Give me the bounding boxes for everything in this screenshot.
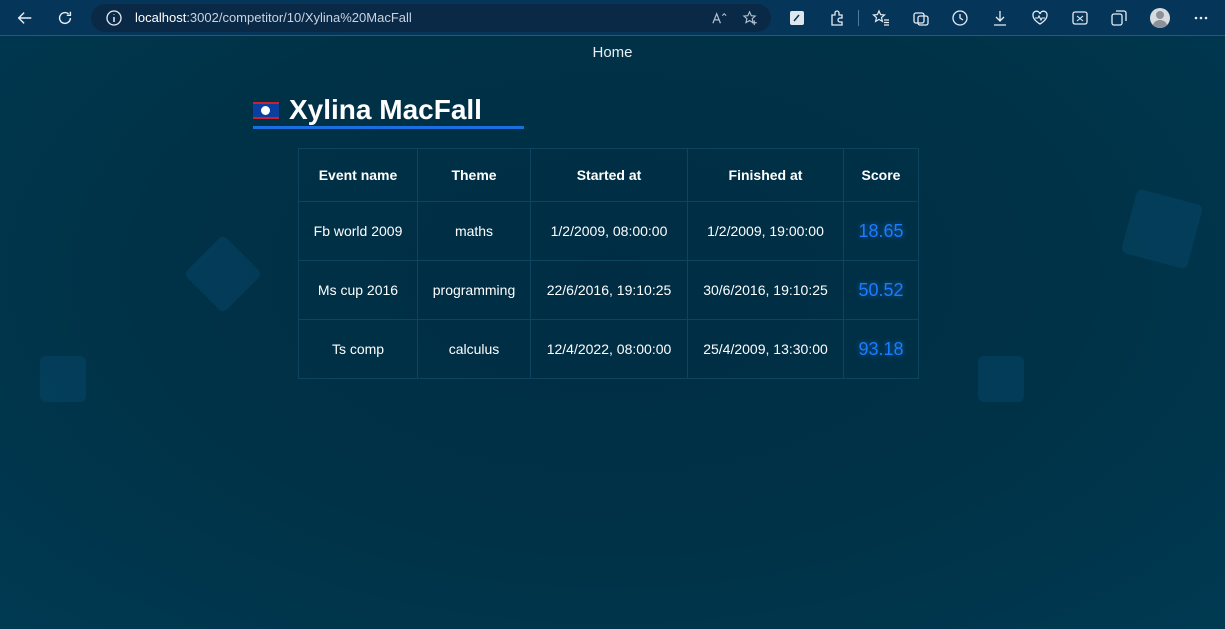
cell-event-name: Ms cup 2016 [298, 260, 418, 320]
cell-finished-at: 1/2/2009, 19:00:00 [687, 201, 844, 261]
cell-finished-at: 25/4/2009, 13:30:00 [687, 319, 844, 379]
web-capture-icon[interactable] [1070, 8, 1090, 28]
downloads-icon[interactable] [990, 8, 1010, 28]
favorites-icon[interactable] [871, 8, 891, 28]
extension-icon[interactable] [787, 8, 807, 28]
title-underline [253, 126, 524, 129]
url-path: :3002/competitor/10/Xylina%20MacFall [186, 10, 412, 25]
cell-theme: programming [417, 260, 531, 320]
table-row: Ms cup 2016 programming 22/6/2016, 19:10… [298, 260, 919, 320]
more-options-icon[interactable] [1191, 8, 1211, 28]
cell-started-at: 22/6/2016, 19:10:25 [530, 260, 688, 320]
background-decoration [978, 356, 1024, 402]
address-bar[interactable]: localhost:3002/competitor/10/Xylina%20Ma… [91, 4, 771, 32]
cell-theme: maths [417, 201, 531, 261]
cell-score: 50.52 [843, 260, 919, 320]
home-link[interactable]: Home [0, 44, 1225, 61]
split-screen-icon[interactable] [1109, 8, 1129, 28]
header-score: Score [843, 148, 919, 202]
cell-finished-at: 30/6/2016, 19:10:25 [687, 260, 844, 320]
cell-event-name: Fb world 2009 [298, 201, 418, 261]
cell-theme: calculus [417, 319, 531, 379]
page-content: Home Xylina MacFall Event name Theme Sta… [0, 36, 1225, 629]
back-icon[interactable] [13, 6, 37, 30]
header-theme: Theme [417, 148, 531, 202]
table-row: Fb world 2009 maths 1/2/2009, 08:00:00 1… [298, 201, 919, 261]
cell-started-at: 12/4/2022, 08:00:00 [530, 319, 688, 379]
background-decoration [40, 356, 86, 402]
toolbar-separator [858, 10, 859, 26]
table-row: Ts comp calculus 12/4/2022, 08:00:00 25/… [298, 319, 919, 379]
belize-flag-icon [253, 101, 279, 119]
history-icon[interactable] [950, 8, 970, 28]
background-decoration [183, 234, 263, 314]
info-icon[interactable] [105, 9, 123, 27]
refresh-icon[interactable] [53, 6, 77, 30]
health-icon[interactable] [1030, 8, 1050, 28]
extensions-puzzle-icon[interactable] [827, 8, 847, 28]
cell-score: 93.18 [843, 319, 919, 379]
url-host: localhost [135, 10, 187, 25]
cell-event-name: Ts comp [298, 319, 418, 379]
header-started-at: Started at [530, 148, 688, 202]
results-table: Event name Theme Started at Finished at … [298, 148, 919, 379]
profile-heading: Xylina MacFall [253, 92, 482, 128]
profile-avatar-icon[interactable] [1150, 8, 1170, 28]
add-favorite-icon[interactable] [741, 9, 759, 27]
header-event-name: Event name [298, 148, 418, 202]
read-aloud-icon[interactable] [710, 9, 728, 27]
url-text[interactable]: localhost:3002/competitor/10/Xylina%20Ma… [135, 10, 412, 25]
browser-toolbar: localhost:3002/competitor/10/Xylina%20Ma… [0, 0, 1225, 36]
cell-score: 18.65 [843, 201, 919, 261]
table-header-row: Event name Theme Started at Finished at … [298, 148, 919, 202]
background-decoration [1120, 188, 1204, 270]
collections-icon[interactable] [911, 8, 931, 28]
competitor-name: Xylina MacFall [289, 94, 482, 125]
cell-started-at: 1/2/2009, 08:00:00 [530, 201, 688, 261]
header-finished-at: Finished at [687, 148, 844, 202]
